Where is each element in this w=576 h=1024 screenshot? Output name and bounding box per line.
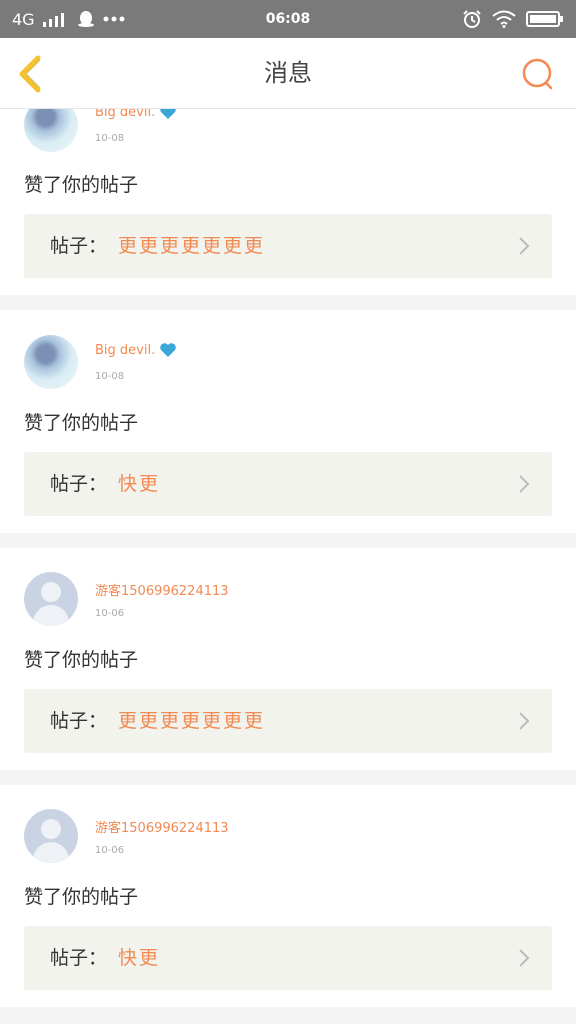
username[interactable]: Big devil. (95, 343, 155, 358)
notification-action: 赞了你的帖子 (24, 174, 139, 196)
avatar[interactable] (24, 335, 78, 389)
post-link[interactable]: 帖子： 快更 (24, 452, 552, 516)
username-row: Big devil. (95, 342, 177, 358)
post-label: 帖子： (50, 235, 108, 257)
avatar-body (33, 842, 69, 863)
post-link[interactable]: 帖子： 更更更更更更更 (24, 214, 552, 278)
username-row: 游客1506996224113 (95, 580, 229, 599)
notification-date: 10-08 (95, 133, 125, 144)
username[interactable]: Big devil. (95, 109, 155, 120)
username-row: Big devil. (95, 109, 177, 120)
avatar[interactable] (24, 809, 78, 863)
avatar-body (33, 605, 69, 626)
search-icon[interactable] (520, 56, 556, 92)
chevron-right-icon (519, 475, 530, 493)
post-title: 更更更更更更更 (118, 235, 266, 257)
avatar-head (41, 819, 61, 839)
battery-icon (526, 11, 563, 27)
notification-card: 游客1506996224113 10-06 赞了你的帖子 帖子： 更更更更更更更 (0, 548, 576, 770)
alarm-icon (463, 10, 481, 28)
notification-action: 赞了你的帖子 (24, 886, 139, 908)
notification-action: 赞了你的帖子 (24, 649, 139, 671)
notification-card: Big devil. 10-08 赞了你的帖子 帖子： 更更更更更更更 (0, 109, 576, 295)
heart-icon (160, 109, 176, 119)
heart-icon (160, 343, 177, 357)
username[interactable]: 游客1506996224113 (95, 817, 229, 836)
avatar[interactable] (24, 109, 78, 152)
post-title: 更更更更更更更 (118, 710, 266, 732)
post-label: 帖子： (50, 710, 108, 732)
avatar[interactable] (24, 572, 78, 626)
notification-card: Big devil. 10-08 赞了你的帖子 帖子： 快更 (0, 310, 576, 533)
notification-action: 赞了你的帖子 (24, 412, 139, 434)
post-title: 快更 (118, 473, 161, 495)
post-link[interactable]: 帖子： 更更更更更更更 (24, 689, 552, 753)
notification-date: 10-06 (95, 608, 125, 619)
chevron-right-icon (519, 949, 530, 967)
post-link[interactable]: 帖子： 快更 (24, 926, 552, 990)
status-right (462, 0, 564, 38)
avatar-head (41, 582, 61, 602)
wifi-icon (492, 10, 516, 28)
post-label: 帖子： (50, 947, 108, 969)
notification-date: 10-06 (95, 845, 125, 856)
username[interactable]: 游客1506996224113 (95, 580, 229, 599)
post-title: 快更 (118, 947, 161, 969)
status-bar: 4G 06:08 (0, 0, 576, 38)
username-row: 游客1506996224113 (95, 817, 229, 836)
notification-list[interactable]: Big devil. 10-08 赞了你的帖子 帖子： 更更更更更更更 Big … (0, 109, 576, 1024)
post-label: 帖子： (50, 473, 108, 495)
page-title: 消息 (264, 59, 312, 87)
notification-date: 10-08 (95, 371, 125, 382)
chevron-right-icon (519, 712, 530, 730)
app-header: 消息 (0, 38, 576, 109)
chevron-right-icon (519, 237, 530, 255)
notification-card: 游客1506996224113 10-06 赞了你的帖子 帖子： 快更 (0, 785, 576, 1007)
